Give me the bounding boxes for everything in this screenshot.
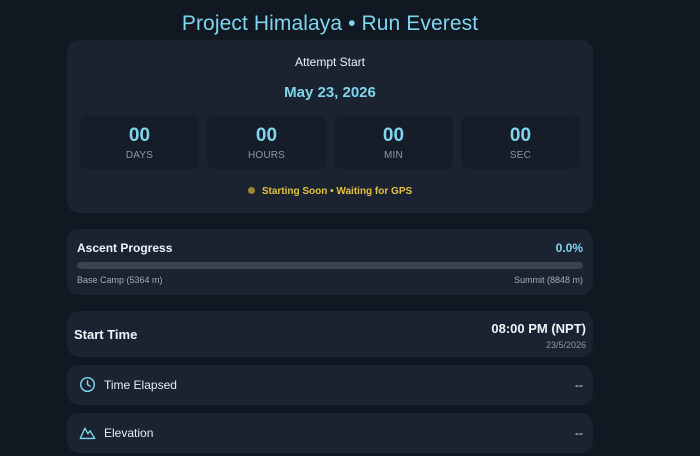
progress-title: Ascent Progress: [77, 241, 173, 255]
minutes-label: MIN: [384, 150, 403, 161]
progress-end-label: Summit (8848 m): [513, 275, 583, 285]
countdown-seconds: 00 SEC: [461, 115, 580, 169]
elevation-card: Elevation --: [67, 413, 593, 453]
progress-percent: 0.0%: [555, 241, 583, 255]
elevation-value: --: [575, 426, 583, 440]
countdown-units: 00 DAYS 00 HOURS 00 MIN 00 SEC: [80, 115, 580, 169]
countdown-minutes: 00 MIN: [334, 115, 453, 169]
progress-bar: [77, 262, 583, 269]
countdown-days: 00 DAYS: [80, 115, 199, 169]
time-elapsed-label: Time Elapsed: [104, 378, 177, 392]
page-title: Project Himalaya • Run Everest: [181, 12, 479, 35]
countdown-card: Attempt Start May 23, 2026 00 DAYS 00 HO…: [67, 40, 593, 213]
countdown-date: May 23, 2026: [284, 84, 376, 101]
status-indicator: Starting Soon • Waiting for GPS: [67, 186, 593, 197]
countdown-hours: 00 HOURS: [207, 115, 326, 169]
time-elapsed-value: --: [575, 378, 583, 392]
minutes-value: 00: [382, 125, 405, 146]
seconds-value: 00: [509, 125, 532, 146]
start-time-label: Start Time: [74, 327, 138, 342]
start-date-value: 23/5/2026: [545, 340, 586, 350]
time-elapsed-card: Time Elapsed --: [67, 365, 593, 405]
status-dot-icon: [247, 187, 255, 194]
days-value: 00: [128, 125, 151, 146]
days-label: DAYS: [125, 150, 154, 161]
hours-label: HOURS: [247, 150, 286, 161]
mountain-icon: [79, 427, 96, 440]
clock-icon: [79, 376, 96, 393]
ascent-progress-card: Ascent Progress 0.0% Base Camp (5364 m) …: [67, 229, 593, 295]
progress-start-label: Base Camp (5364 m): [77, 275, 163, 285]
seconds-label: SEC: [509, 150, 532, 161]
hours-value: 00: [255, 125, 278, 146]
start-time-value: 08:00 PM (NPT): [491, 321, 586, 336]
elevation-label: Elevation: [104, 426, 154, 440]
countdown-label: Attempt Start: [294, 55, 366, 69]
start-time-card: Start Time 08:00 PM (NPT) 23/5/2026: [67, 311, 593, 357]
status-text: Starting Soon • Waiting for GPS: [261, 186, 413, 197]
